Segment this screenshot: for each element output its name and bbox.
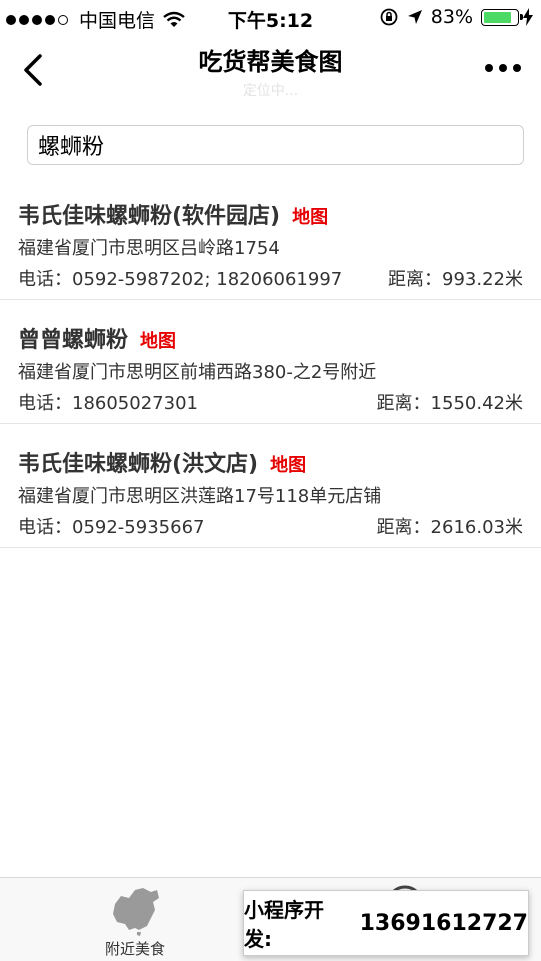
charging-icon — [523, 8, 533, 26]
restaurant-name-text: 曾曾螺蛳粉 — [18, 328, 129, 353]
ad-label: 小程序开发: — [244, 898, 324, 951]
restaurant-phone: 电话：0592-5987202; 18206061997 — [18, 269, 343, 290]
restaurant-distance: 距离：993.22米 — [388, 269, 523, 290]
restaurant-name-text: 韦氏佳味螺蛳粉(软件园店) — [18, 204, 281, 229]
list-item[interactable]: 韦氏佳味螺蛳粉(洪文店) 地图 福建省厦门市思明区洪莲路17号118单元店铺 电话… — [0, 424, 541, 548]
restaurant-name: 韦氏佳味螺蛳粉(软件园店) 地图 — [18, 198, 328, 230]
restaurant-distance: 距离：2616.03米 — [376, 517, 523, 538]
status-bar: 中国电信 下午5:12 83% — [0, 0, 541, 36]
ad-banner: 小程序开发: 13691612727 — [243, 890, 529, 956]
battery-icon — [481, 8, 523, 26]
location-status: 定位中... — [242, 83, 299, 99]
orientation-lock-icon — [380, 8, 398, 26]
status-right: 83% — [379, 6, 533, 28]
more-icon[interactable] — [479, 64, 521, 72]
restaurant-name-text: 韦氏佳味螺蛳粉(洪文店) — [18, 452, 259, 477]
restaurant-distance: 距离：1550.42米 — [376, 393, 523, 414]
list-item[interactable]: 曾曾螺蛳粉 地图 福建省厦门市思明区前埔西路380-之2号附近 电话：186050… — [0, 300, 541, 424]
restaurant-name: 曾曾螺蛳粉 地图 — [18, 322, 176, 354]
tab-nearby-food[interactable]: 附近美食 — [0, 878, 270, 961]
restaurant-address: 福建省厦门市思明区吕岭路1754 — [18, 238, 280, 259]
battery-percent: 83% — [430, 6, 473, 28]
restaurant-address: 福建省厦门市思明区前埔西路380-之2号附近 — [18, 362, 377, 383]
result-list: 韦氏佳味螺蛳粉(软件园店) 地图 福建省厦门市思明区吕岭路1754 电话：0592… — [0, 176, 541, 548]
page-title: 吃货帮美食图 — [198, 48, 343, 76]
location-arrow-icon — [407, 10, 422, 24]
list-item[interactable]: 韦氏佳味螺蛳粉(软件园店) 地图 福建省厦门市思明区吕岭路1754 电话：0592… — [0, 176, 541, 300]
china-map-icon — [113, 888, 159, 936]
restaurant-phone: 电话：0592-5935667 — [18, 517, 205, 538]
map-link[interactable]: 地图 — [292, 207, 328, 228]
search-input[interactable] — [27, 125, 524, 165]
tab-nearby-food-label: 附近美食 — [104, 940, 165, 958]
ad-phone: 13691612727 — [359, 910, 528, 936]
map-link[interactable]: 地图 — [140, 331, 176, 352]
map-link[interactable]: 地图 — [270, 455, 306, 476]
restaurant-name: 韦氏佳味螺蛳粉(洪文店) 地图 — [18, 446, 306, 478]
restaurant-address: 福建省厦门市思明区洪莲路17号118单元店铺 — [18, 486, 382, 507]
nav-bar: 吃货帮美食图 定位中... — [0, 36, 541, 106]
restaurant-phone: 电话：18605027301 — [18, 393, 198, 414]
